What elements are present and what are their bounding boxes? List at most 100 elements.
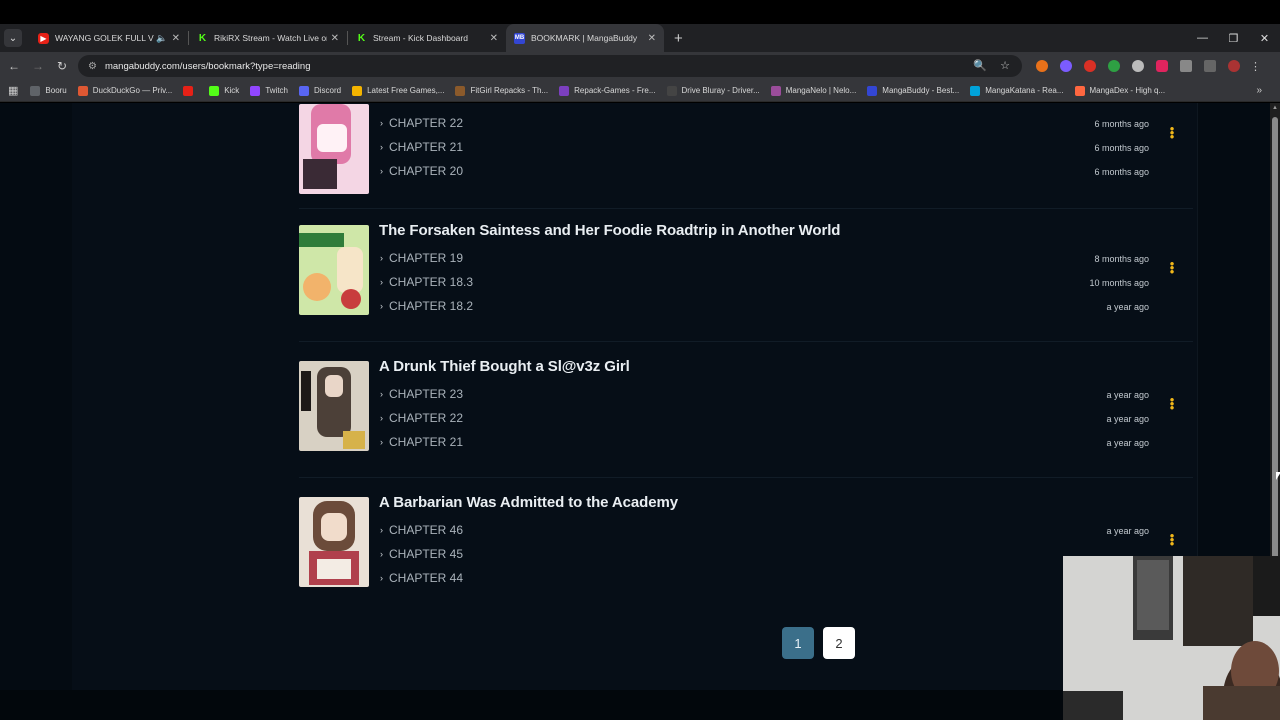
chapter-link[interactable]: › CHAPTER 18.2: [380, 299, 473, 313]
star-icon[interactable]: ☆: [1000, 60, 1010, 72]
chapter-link[interactable]: › CHAPTER 18.3: [380, 275, 473, 289]
media-icon[interactable]: [1204, 60, 1216, 72]
site-info-icon[interactable]: ⚙: [88, 61, 97, 72]
close-icon[interactable]: ✕: [648, 33, 656, 44]
bookmark-item[interactable]: Repack-Games - Fre...: [559, 85, 656, 96]
chapter-label: CHAPTER 23: [389, 387, 464, 401]
chapter-link[interactable]: › CHAPTER 20: [380, 164, 463, 178]
tab-title: BOOKMARK | MangaBuddy: [531, 33, 638, 43]
chapter-link[interactable]: › CHAPTER 22: [380, 116, 463, 130]
window-controls: — ❐ ✕: [1187, 24, 1280, 52]
navigation-bar: ← → ↻ ⚙ mangabuddy.com/users/bookmark?ty…: [0, 52, 1280, 80]
bookmark-item[interactable]: MangaKatana - Rea...: [970, 85, 1064, 96]
chapter-link[interactable]: › CHAPTER 23: [380, 387, 463, 401]
reload-icon[interactable]: ↻: [50, 59, 74, 73]
close-window-icon[interactable]: ✕: [1249, 32, 1280, 45]
chapter-link[interactable]: › CHAPTER 22: [380, 411, 463, 425]
scroll-up-icon[interactable]: ▲: [1272, 105, 1278, 111]
page-button-2[interactable]: 2: [823, 627, 855, 659]
bookmark-item[interactable]: MangaBuddy - Best...: [867, 85, 959, 96]
chapter-link[interactable]: › CHAPTER 44: [380, 571, 463, 585]
extension-icon[interactable]: [1108, 60, 1120, 72]
page-button-1[interactable]: 1: [782, 627, 814, 659]
more-options-icon[interactable]: • • •: [1169, 122, 1175, 143]
chapter-time: a year ago: [1106, 526, 1149, 536]
close-icon[interactable]: ✕: [331, 33, 339, 44]
manga-cover[interactable]: [299, 104, 369, 194]
mangadex-icon: [1074, 85, 1085, 96]
bookmark-entry: › CHAPTER 22 › CHAPTER 21 › CHAPTER 20 6 mo…: [299, 103, 1193, 209]
bookmark-label: Discord: [313, 86, 342, 95]
bookmark-item[interactable]: Drive Bluray - Driver...: [666, 85, 760, 96]
minimize-icon[interactable]: —: [1187, 32, 1218, 44]
bookmark-item[interactable]: Latest Free Games,...: [352, 85, 444, 96]
bookmark-entry: A Drunk Thief Bought a Sl@v3z Girl › CHAP…: [299, 358, 1193, 478]
chapter-link[interactable]: › CHAPTER 19: [380, 251, 463, 265]
chevron-right-icon: ›: [380, 142, 383, 152]
chapter-label: CHAPTER 18.3: [389, 275, 474, 289]
more-options-icon[interactable]: • • •: [1169, 393, 1175, 414]
bookmark-label: MangaKatana - Rea...: [985, 86, 1064, 95]
extension-icon[interactable]: [1036, 60, 1048, 72]
more-options-icon[interactable]: • • •: [1169, 257, 1175, 278]
zoom-icon[interactable]: 🔍: [973, 60, 987, 72]
chapter-link[interactable]: › CHAPTER 21: [380, 140, 463, 154]
bookmark-item[interactable]: MangaDex - High q...: [1074, 85, 1165, 96]
bookmark-item[interactable]: Kick: [209, 85, 240, 96]
cover-art: [299, 361, 369, 451]
chevron-right-icon: ›: [380, 118, 383, 128]
back-icon[interactable]: ←: [2, 59, 26, 73]
manga-cover[interactable]: [299, 497, 369, 587]
url-text[interactable]: mangabuddy.com/users/bookmark?type=readi…: [105, 61, 311, 72]
mangabuddy-icon: [867, 85, 878, 96]
chapter-link[interactable]: › CHAPTER 46: [380, 523, 463, 537]
bookmark-item[interactable]: Booru: [30, 85, 67, 96]
manga-title[interactable]: The Forsaken Saintess and Her Foodie Roa…: [379, 222, 840, 239]
chevron-right-icon[interactable]: »: [1256, 85, 1262, 96]
manga-cover[interactable]: [299, 225, 369, 315]
new-tab-button[interactable]: +: [674, 30, 683, 47]
tab-kick-dashboard[interactable]: K Stream - Kick Dashboard ✕: [348, 24, 506, 52]
tab-rikirx[interactable]: K RikiRX Stream - Watch Live on K ✕: [189, 24, 347, 52]
extension-icon[interactable]: [1084, 60, 1096, 72]
bookmark-label: Twitch: [265, 86, 288, 95]
close-icon[interactable]: ✕: [172, 33, 180, 44]
pagination: 1 2: [782, 627, 864, 659]
address-bar[interactable]: ⚙ mangabuddy.com/users/bookmark?type=rea…: [78, 55, 1022, 77]
chapter-time: a year ago: [1106, 390, 1149, 400]
manga-title[interactable]: A Barbarian Was Admitted to the Academy: [379, 494, 678, 511]
speaker-icon[interactable]: 🔈: [156, 33, 167, 44]
puzzle-icon[interactable]: [1180, 60, 1192, 72]
more-options-icon[interactable]: • • •: [1169, 529, 1175, 550]
close-icon[interactable]: ✕: [490, 33, 498, 44]
chapter-time: a year ago: [1106, 302, 1149, 312]
tab-search-button[interactable]: ⌄: [4, 29, 22, 47]
restore-icon[interactable]: ❐: [1218, 32, 1249, 45]
bookmark-item[interactable]: MangaNelo | Nelo...: [770, 85, 856, 96]
manga-title[interactable]: A Drunk Thief Bought a Sl@v3z Girl: [379, 358, 630, 375]
profile-avatar[interactable]: [1228, 60, 1240, 72]
bookmark-label: Kick: [224, 86, 240, 95]
menu-icon[interactable]: ⋮: [1250, 60, 1261, 73]
chapter-link[interactable]: › CHAPTER 45: [380, 547, 463, 561]
bookmark-item[interactable]: [183, 85, 198, 96]
bookmark-item[interactable]: Discord: [298, 85, 342, 96]
extension-icon[interactable]: [1156, 60, 1168, 72]
manga-cover[interactable]: [299, 361, 369, 451]
tab-youtube[interactable]: ▶ WAYANG GOLEK FULL VIDE 🔈 ✕: [30, 24, 188, 52]
bookmark-item[interactable]: DuckDuckGo — Priv...: [77, 85, 172, 96]
extension-icon[interactable]: [1132, 60, 1144, 72]
bookmark-item[interactable]: Twitch: [250, 85, 288, 96]
extension-icon[interactable]: [1060, 60, 1072, 72]
duckduckgo-icon: [77, 85, 88, 96]
bookmark-entry: The Forsaken Saintess and Her Foodie Roa…: [299, 222, 1193, 342]
tab-title: RikiRX Stream - Watch Live on K: [214, 33, 327, 43]
chevron-right-icon: ›: [380, 389, 383, 399]
bookmark-item[interactable]: FitGirl Repacks - Th...: [455, 85, 548, 96]
tab-title: Stream - Kick Dashboard: [373, 33, 468, 43]
tab-mangabuddy[interactable]: MB BOOKMARK | MangaBuddy ✕: [506, 24, 664, 52]
chapter-link[interactable]: › CHAPTER 21: [380, 435, 463, 449]
bookmarks-bar: ▦ Booru DuckDuckGo — Priv... Kick Twitch Dis…: [0, 80, 1280, 102]
forward-icon[interactable]: →: [26, 59, 50, 73]
apps-icon[interactable]: ▦: [8, 84, 18, 97]
